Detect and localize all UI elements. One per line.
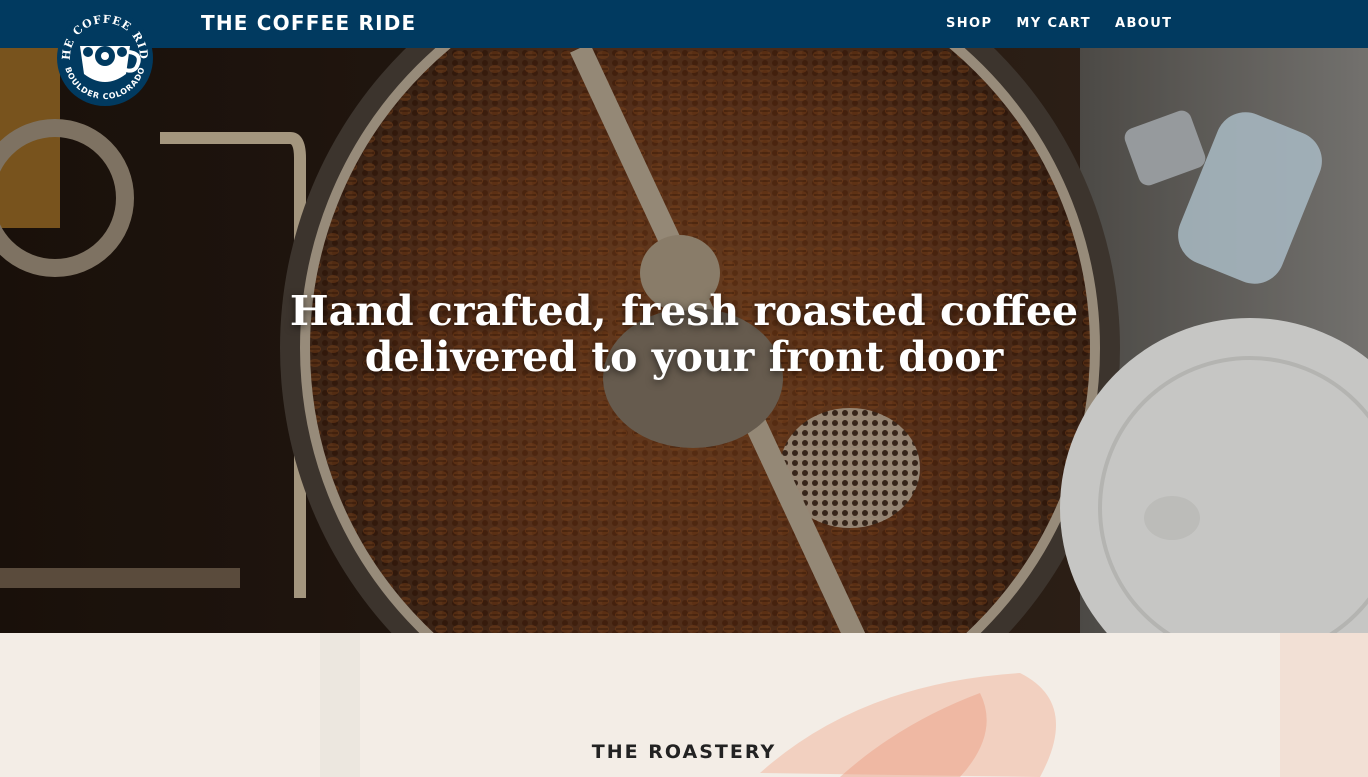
roastery-section: THE ROASTERY: [0, 633, 1368, 777]
hero-banner: Hand crafted, fresh roasted coffee deliv…: [0, 48, 1368, 633]
hero-headline: Hand crafted, fresh roasted coffee deliv…: [289, 287, 1079, 381]
logo-seal-icon: THE COFFEE RIDE BOULDER COLORADO: [47, 0, 153, 106]
brand-title[interactable]: THE COFFEE RIDE: [201, 11, 416, 35]
nav-about-link[interactable]: ABOUT: [1115, 16, 1172, 31]
nav-shop-link[interactable]: SHOP: [946, 16, 992, 31]
nav-my-cart-link[interactable]: MY CART: [1016, 16, 1091, 31]
section-title-roastery: THE ROASTERY: [591, 741, 777, 763]
coffee-ride-logo[interactable]: THE COFFEE RIDE BOULDER COLORADO: [47, 0, 158, 112]
main-nav: SHOP MY CART ABOUT: [946, 16, 1196, 31]
top-navigation-bar: THE COFFEE RIDE SHOP MY CART ABOUT: [0, 0, 1368, 48]
